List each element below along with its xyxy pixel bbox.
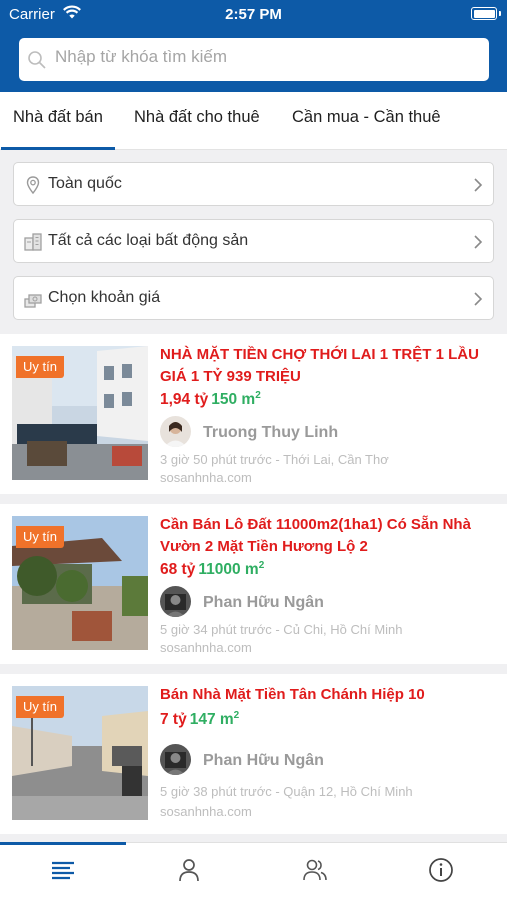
tab-can-mua-can-thue[interactable]: Cần mua - Cần thuê xyxy=(292,92,441,150)
listing-title: Bán Nhà Mặt Tiền Tân Chánh Hiệp 10 xyxy=(160,686,425,703)
filter-panel: Toàn quốc Tất cả các loại bất động sản C… xyxy=(0,150,507,334)
trusted-badge: Uy tín xyxy=(16,356,64,378)
people-icon xyxy=(303,859,327,881)
poster-name: Truong Thuy Linh xyxy=(203,424,339,441)
money-icon xyxy=(24,294,42,308)
listing-price: 1,94 tỷ xyxy=(160,391,209,409)
trusted-badge: Uy tín xyxy=(16,696,64,718)
battery-icon xyxy=(471,7,501,20)
listing-area: 150 m2 xyxy=(211,390,261,409)
trusted-badge: Uy tín xyxy=(16,526,64,548)
listing-card[interactable]: Uy tín Cần Bán Lô Đất 11000m2(1ha1) Có S… xyxy=(0,504,507,664)
listing-card[interactable]: Uy tín Bán Nhà Mặt Tiền Tân Chánh Hiệp 1… xyxy=(0,674,507,834)
listing-area: 147 m2 xyxy=(189,710,240,729)
list-icon xyxy=(52,861,74,880)
bottom-nav xyxy=(0,842,507,900)
person-icon xyxy=(179,859,199,882)
price-range-filter-label: Chọn khoản giá xyxy=(48,289,161,306)
listing-photo: Uy tín xyxy=(12,686,148,820)
location-filter-label: Toàn quốc xyxy=(48,175,122,192)
listing-price-line: 1,94 tỷ 150 m2 xyxy=(160,390,261,409)
avatar xyxy=(160,744,191,775)
category-tabs: Nhà đất bán Nhà đất cho thuê Cần mua - C… xyxy=(0,92,507,150)
listing-list: Uy tín NHÀ MẶT TIỀN CHỢ THỚI LAI 1 TRỆT … xyxy=(0,334,507,842)
listing-meta: 5 giờ 38 phút trước - Quận 12, Hồ Chí Mi… xyxy=(160,784,413,799)
avatar xyxy=(160,416,191,447)
location-filter[interactable]: Toàn quốc xyxy=(13,162,494,206)
listing-photo: Uy tín xyxy=(12,346,148,480)
listing-photo: Uy tín xyxy=(12,516,148,650)
search-icon xyxy=(28,51,46,69)
location-pin-icon xyxy=(26,176,40,195)
tab-nha-dat-ban[interactable]: Nhà đất bán xyxy=(1,92,115,150)
search-input[interactable] xyxy=(55,43,475,71)
chevron-right-icon xyxy=(474,292,483,306)
nav-listings[interactable] xyxy=(0,842,126,900)
nav-community[interactable] xyxy=(252,843,378,900)
listing-meta: 5 giờ 34 phút trước - Củ Chi, Hồ Chí Min… xyxy=(160,622,403,637)
poster-name: Phan Hữu Ngân xyxy=(203,752,324,769)
nav-info[interactable] xyxy=(378,843,504,900)
search-box[interactable] xyxy=(19,38,489,81)
building-icon xyxy=(24,233,42,251)
listing-title: NHÀ MẶT TIỀN CHỢ THỚI LAI 1 TRỆT 1 LẦU G… xyxy=(160,346,479,385)
top-bar: Carrier 2:57 PM xyxy=(0,0,507,92)
listing-price: 68 tỷ xyxy=(160,561,196,579)
poster-name: Phan Hữu Ngân xyxy=(203,594,324,611)
listing-price-line: 7 tỷ 147 m2 xyxy=(160,710,239,729)
avatar xyxy=(160,586,191,617)
chevron-right-icon xyxy=(474,235,483,249)
property-type-filter[interactable]: Tất cả các loại bất động sản xyxy=(13,219,494,263)
clock: 2:57 PM xyxy=(225,6,282,23)
listing-source: sosanhnha.com xyxy=(160,470,252,485)
listing-source: sosanhnha.com xyxy=(160,640,252,655)
tab-nha-dat-cho-thue[interactable]: Nhà đất cho thuê xyxy=(134,92,260,150)
listing-source: sosanhnha.com xyxy=(160,804,252,819)
chevron-right-icon xyxy=(474,178,483,192)
price-range-filter[interactable]: Chọn khoản giá xyxy=(13,276,494,320)
property-type-filter-label: Tất cả các loại bất động sản xyxy=(48,232,249,249)
listing-title: Cần Bán Lô Đất 11000m2(1ha1) Có Sẵn Nhà … xyxy=(160,516,471,555)
status-bar: Carrier 2:57 PM xyxy=(0,0,507,30)
listing-price: 7 tỷ xyxy=(160,711,187,729)
nav-profile[interactable] xyxy=(126,843,252,900)
listing-area: 11000 m2 xyxy=(198,560,265,579)
listing-meta: 3 giờ 50 phút trước - Thới Lai, Cần Thơ xyxy=(160,452,389,467)
listing-card[interactable]: Uy tín NHÀ MẶT TIỀN CHỢ THỚI LAI 1 TRỆT … xyxy=(0,334,507,494)
listing-price-line: 68 tỷ 11000 m2 xyxy=(160,560,264,579)
info-icon xyxy=(429,858,453,882)
